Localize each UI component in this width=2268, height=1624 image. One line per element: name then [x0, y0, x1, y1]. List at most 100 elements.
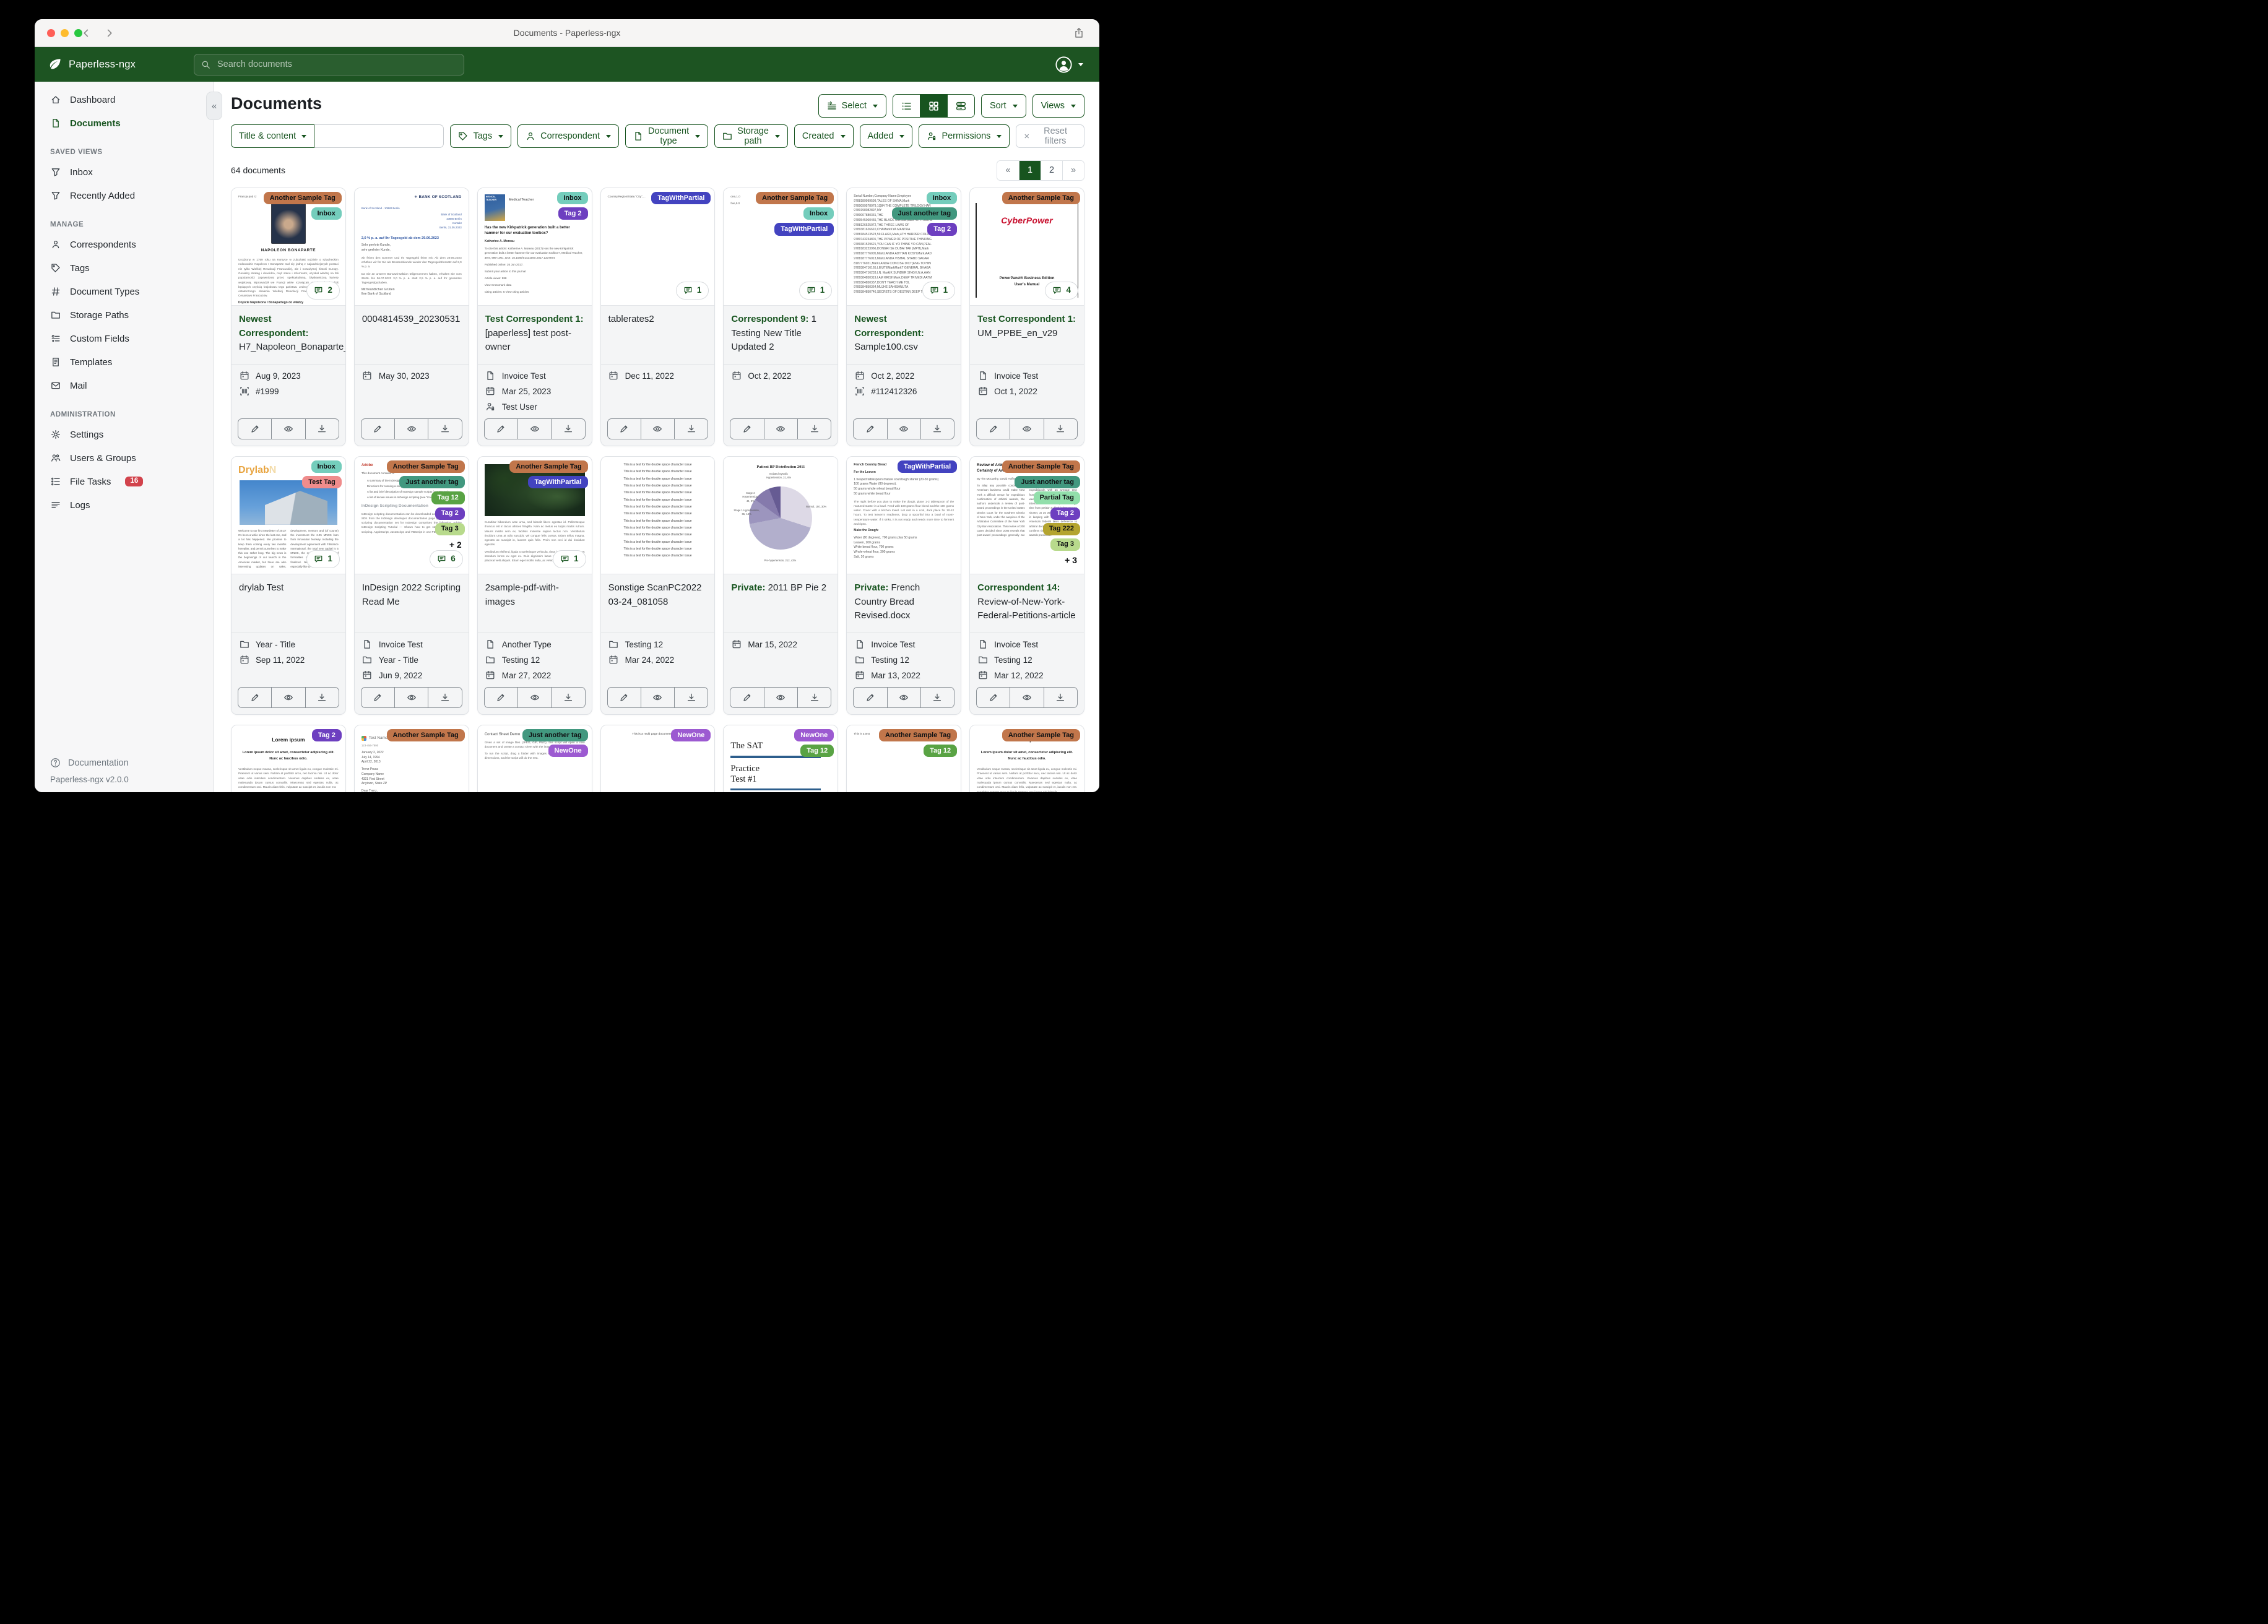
app-brand[interactable]: Paperless-ngx	[35, 58, 136, 71]
document-preview[interactable]: Serial Number,Company Name,Employee 9788…	[847, 188, 961, 306]
comment-count-badge[interactable]: 6	[430, 550, 463, 568]
tag-pill[interactable]: TagWithPartial	[528, 476, 588, 489]
user-menu[interactable]	[1055, 56, 1083, 73]
tag-pill[interactable]: NewOne	[671, 729, 711, 742]
comment-count-badge[interactable]: 4	[1045, 282, 1078, 300]
document-card[interactable]: Curabitur bibendum ante urna, sed blandi…	[477, 456, 592, 715]
sidebar-item-file-tasks[interactable]: File Tasks 16	[35, 470, 214, 493]
view-list-button[interactable]	[893, 95, 920, 117]
sort-dropdown-button[interactable]: Sort	[980, 94, 1026, 118]
sidebar-item-correspondents[interactable]: Correspondents	[35, 233, 214, 256]
tag-pill[interactable]: TagWithPartial	[651, 192, 711, 205]
document-title[interactable]: Test Correspondent 1: UM_PPBE_en_v29	[970, 306, 1084, 365]
document-card[interactable]: MEDICAL TEACHER Medical Teacher Has the ne…	[477, 188, 592, 446]
sidebar-item-document-types[interactable]: Document Types	[35, 280, 214, 303]
preview-document-button[interactable]	[395, 418, 429, 439]
document-card[interactable]: Francja pod rz NAPOLEON BONAPARTE Urodzony…	[231, 188, 346, 446]
document-preview[interactable]: This is a multi page document. Page 1. Ne…	[600, 725, 715, 792]
document-card[interactable]: Adobe This document contains in A summary …	[353, 456, 469, 715]
download-document-button[interactable]	[552, 418, 586, 439]
sidebar-item-settings[interactable]: Settings	[35, 423, 214, 446]
search-input[interactable]	[216, 59, 457, 70]
tag-pill[interactable]: Another Sample Tag	[878, 729, 958, 742]
document-preview[interactable]: Adobe This document contains in A summary …	[354, 457, 469, 574]
views-dropdown-button[interactable]: Views	[1032, 94, 1084, 118]
preview-document-button[interactable]	[272, 418, 306, 439]
download-document-button[interactable]	[1044, 418, 1078, 439]
edit-document-button[interactable]	[976, 687, 1011, 708]
document-preview[interactable]: This is a test for the double space char…	[600, 457, 715, 574]
tag-pill[interactable]: Inbox	[557, 192, 588, 205]
sidebar-item-custom-fields[interactable]: Custom Fields	[35, 327, 214, 350]
preview-document-button[interactable]	[1010, 687, 1044, 708]
document-title[interactable]: Correspondent 9: 1 Testing New Title Upd…	[724, 306, 838, 365]
select-dropdown-button[interactable]: Select	[818, 94, 886, 118]
tag-pill[interactable]: Test Tag	[302, 476, 342, 489]
page-2-button[interactable]: 2	[1041, 160, 1062, 180]
comment-count-badge[interactable]: 1	[922, 282, 956, 300]
document-card[interactable]: This is a test for the double space char…	[600, 456, 716, 715]
document-title[interactable]: drylab Test	[232, 574, 345, 633]
document-card[interactable]: DrylabN Welcome to our first newsletter o…	[231, 456, 346, 715]
preview-document-button[interactable]	[272, 687, 306, 708]
share-icon[interactable]	[1073, 27, 1084, 39]
edit-document-button[interactable]	[853, 418, 888, 439]
document-title[interactable]: Test Correspondent 1: [paperless] test p…	[477, 306, 592, 365]
document-card[interactable]: Serial Number,Company Name,Employee 9788…	[846, 188, 962, 446]
tag-pill[interactable]: Inbox	[311, 460, 342, 473]
comment-count-badge[interactable]: 1	[675, 282, 709, 300]
document-preview[interactable]: ✳ BANK OF SCOTLAND Bank of Scotland · 108…	[354, 188, 469, 306]
close-window-button[interactable]	[47, 28, 55, 37]
tag-pill[interactable]: Tag 3	[1050, 538, 1080, 551]
document-preview[interactable]: one,1.0 five,5.0 Another Sample Tag Inbox Ta…	[724, 188, 838, 306]
document-title[interactable]: 0004814539_20230531	[354, 306, 469, 365]
document-preview[interactable]: MEDICAL TEACHER Medical Teacher Has the ne…	[477, 188, 592, 306]
document-title[interactable]: Private: French Country Bread Revised.do…	[847, 574, 961, 633]
download-document-button[interactable]	[920, 687, 955, 708]
download-document-button[interactable]	[305, 687, 339, 708]
document-card[interactable]: Lorem ipsumLorem ipsum dolor sit amet, c…	[969, 725, 1084, 792]
sidebar-item-tags[interactable]: Tags	[35, 256, 214, 280]
document-title[interactable]: Sonstige ScanPC2022 03-24_081058	[600, 574, 715, 633]
tag-pill[interactable]: Another Sample Tag	[756, 192, 834, 205]
edit-document-button[interactable]	[607, 687, 641, 708]
tag-pill[interactable]: Tag 2	[558, 207, 588, 220]
edit-document-button[interactable]	[976, 418, 1011, 439]
document-preview[interactable]: The SATPractice Test #1Make time to take…	[724, 725, 838, 792]
edit-document-button[interactable]	[853, 687, 888, 708]
download-document-button[interactable]	[797, 418, 832, 439]
document-type-filter-button[interactable]: Document type	[625, 124, 709, 148]
edit-document-button[interactable]	[483, 687, 518, 708]
tag-pill[interactable]: Another Sample Tag	[1002, 729, 1080, 742]
tag-pill[interactable]: Tag 12	[800, 745, 834, 758]
page-1-button[interactable]: 1	[1019, 160, 1041, 180]
sidebar-item-recently-added[interactable]: Recently Added	[35, 184, 214, 207]
browser-forward-icon[interactable]	[105, 28, 114, 38]
storage-path-filter-button[interactable]: Storage path	[714, 124, 788, 148]
tag-pill[interactable]: Tag 222	[1042, 522, 1080, 535]
document-card[interactable]: Contact Sheet Demo Given a set of image f…	[477, 725, 592, 792]
tag-pill[interactable]: Just another tag	[399, 476, 465, 489]
document-title[interactable]: Newest Correspondent: H7_Napoleon_Bonapa…	[232, 306, 345, 365]
download-document-button[interactable]	[428, 418, 462, 439]
tag-pill[interactable]: Just another tag	[522, 729, 588, 742]
document-title[interactable]: Newest Correspondent: Sample100.csv	[847, 306, 961, 365]
tags-filter-button[interactable]: Tags	[450, 124, 512, 148]
document-card[interactable]: one,1.0 five,5.0 Another Sample Tag Inbox Ta…	[723, 188, 839, 446]
edit-document-button[interactable]	[483, 418, 518, 439]
view-grid-button[interactable]	[919, 95, 947, 117]
tag-pill[interactable]: NewOne	[794, 729, 834, 742]
document-card[interactable]: Lorem ipsumLorem ipsum dolor sit amet, c…	[231, 725, 346, 792]
tag-pill[interactable]: NewOne	[548, 745, 588, 758]
permissions-filter-button[interactable]: Permissions	[919, 124, 1010, 148]
sidebar-item-templates[interactable]: Templates	[35, 350, 214, 374]
preview-document-button[interactable]	[517, 687, 552, 708]
correspondent-filter-button[interactable]: Correspondent	[517, 124, 620, 148]
edit-document-button[interactable]	[360, 418, 396, 439]
document-title[interactable]: tablerates2	[600, 306, 715, 365]
tag-pill[interactable]: Another Sample Tag	[386, 729, 465, 742]
comment-count-badge[interactable]: 2	[306, 282, 340, 300]
edit-document-button[interactable]	[238, 418, 272, 439]
sidebar-item-documents[interactable]: Documents	[35, 111, 214, 135]
download-document-button[interactable]	[305, 418, 339, 439]
